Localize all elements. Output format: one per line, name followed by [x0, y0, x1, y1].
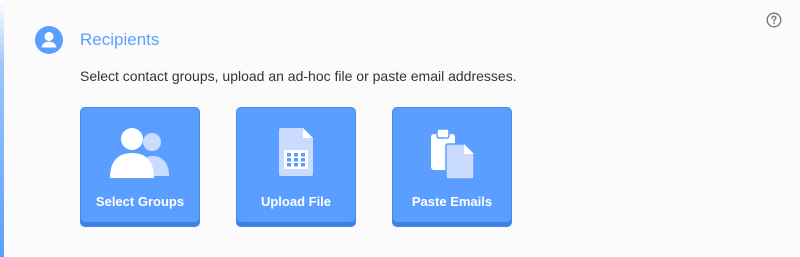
- section-description: Select contact groups, upload an ad-hoc …: [80, 68, 517, 84]
- select-groups-label: Select Groups: [95, 194, 185, 209]
- clipboard-paste-icon: [431, 128, 475, 180]
- upload-file-label: Upload File: [260, 194, 332, 209]
- upload-file-button[interactable]: Upload File: [236, 107, 356, 227]
- section-title: Recipients: [80, 30, 160, 49]
- paste-emails-button[interactable]: Paste Emails: [392, 107, 512, 227]
- paste-emails-label: Paste Emails: [411, 194, 493, 209]
- recipients-panel: Recipients Select contact groups, upload…: [0, 0, 800, 257]
- select-groups-button[interactable]: Select Groups: [80, 107, 200, 227]
- users-icon: [110, 128, 169, 178]
- left-accent-bar: [0, 0, 4, 257]
- spreadsheet-file-icon: [279, 128, 313, 176]
- question-circle-icon[interactable]: [766, 12, 782, 28]
- user-circle-icon: [35, 26, 63, 54]
